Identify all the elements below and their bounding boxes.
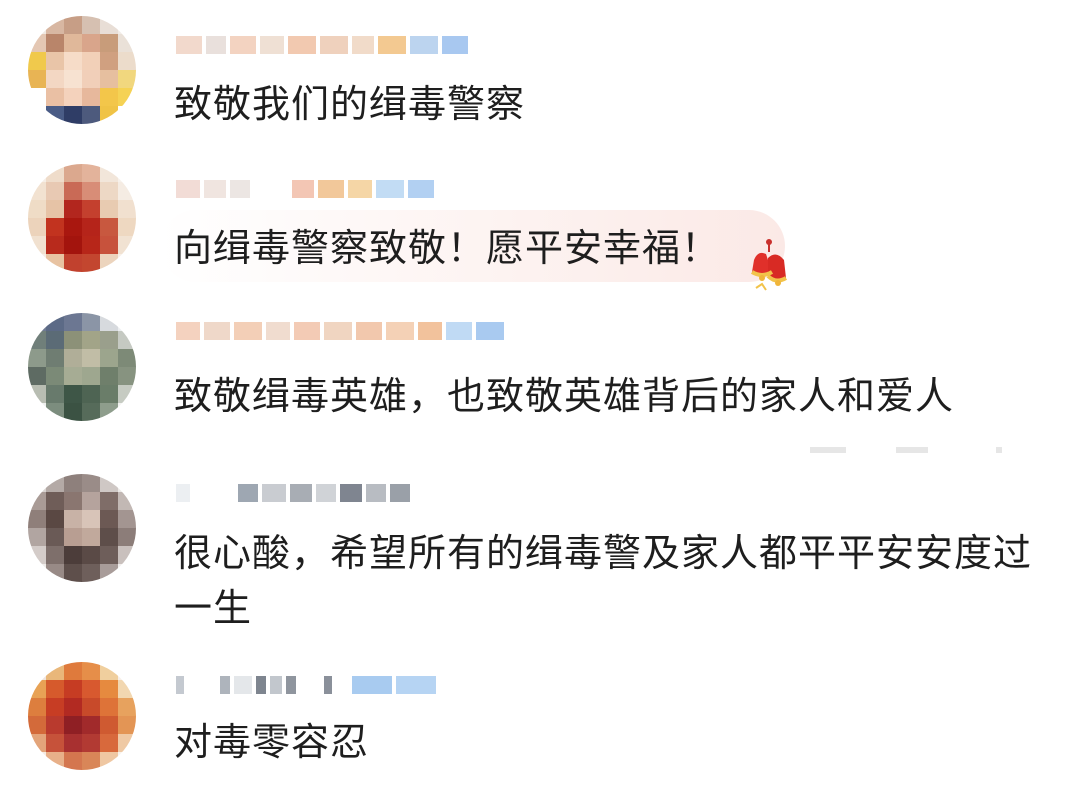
divider bbox=[810, 447, 846, 453]
comment-text: 致敬我们的缉毒警察 bbox=[174, 82, 526, 126]
divider bbox=[896, 447, 928, 453]
bell-icon bbox=[750, 239, 788, 291]
comment-text: 向缉毒警察致敬！愿平安幸福！ bbox=[174, 226, 721, 270]
avatar[interactable] bbox=[28, 474, 136, 582]
comment-text: 致敬缉毒英雄，也致敬英雄背后的家人和爱人 bbox=[174, 374, 955, 418]
divider bbox=[996, 447, 1002, 453]
comment-text: 很心酸，希望所有的缉毒警及家人都平平安安度过 bbox=[174, 531, 1033, 575]
avatar[interactable] bbox=[28, 662, 136, 770]
username-blurred[interactable] bbox=[176, 674, 436, 696]
comment-text: 一生 bbox=[174, 586, 253, 630]
comment-text: 对毒零容忍 bbox=[174, 720, 370, 764]
avatar[interactable] bbox=[28, 164, 136, 272]
avatar[interactable] bbox=[28, 16, 136, 124]
username-blurred[interactable] bbox=[176, 34, 468, 56]
username-blurred[interactable] bbox=[176, 320, 504, 342]
username-blurred[interactable] bbox=[176, 482, 410, 504]
username-blurred[interactable] bbox=[176, 178, 434, 200]
avatar[interactable] bbox=[28, 313, 136, 421]
